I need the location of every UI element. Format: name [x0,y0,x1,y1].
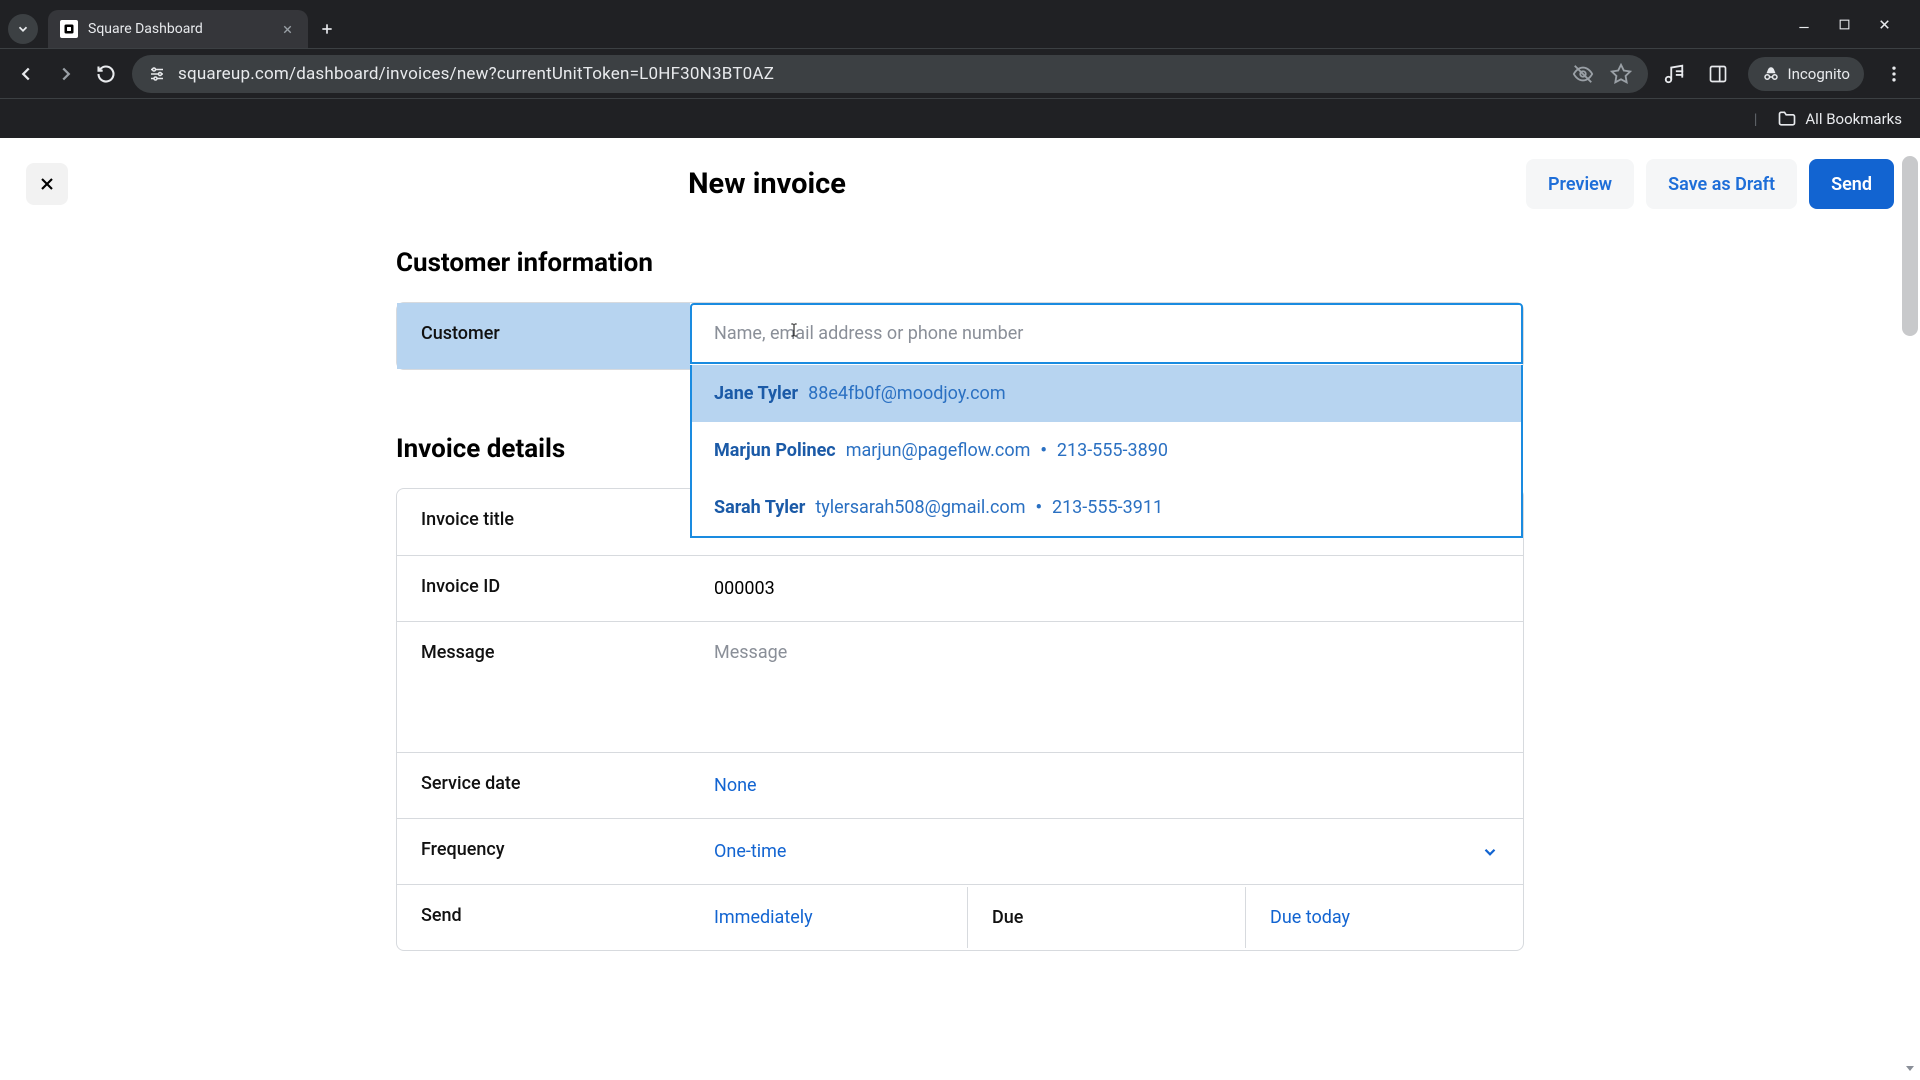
customer-row: Customer Jane Tyler 88e4fb0f@moodjoy.com [397,303,1523,369]
bullet-icon: • [1040,440,1046,461]
customer-field-table: Customer Jane Tyler 88e4fb0f@moodjoy.com [396,302,1524,370]
suggestion-phone: 213-555-3911 [1052,497,1163,518]
back-icon[interactable] [12,60,40,88]
site-settings-icon[interactable] [148,65,166,83]
url-bar[interactable]: squareup.com/dashboard/invoices/new?curr… [132,55,1648,93]
invoice-title-label: Invoice title [397,489,690,555]
message-row: Message [397,621,1523,752]
suggestion-item[interactable]: Sarah Tyler tylersarah508@gmail.com • 21… [692,479,1521,536]
incognito-label: Incognito [1788,65,1850,83]
close-window-icon[interactable] [1874,14,1894,34]
browser-chrome: Square Dashboard [0,0,1920,138]
suggestion-email: 88e4fb0f@moodjoy.com [808,383,1006,404]
header-actions: Preview Save as Draft Send [1526,159,1894,209]
scrollbar-down-arrow[interactable] [1902,1060,1918,1076]
tab-close-icon[interactable] [278,20,296,38]
customer-field-label: Customer [397,303,690,369]
suggestion-name: Jane Tyler [714,383,798,404]
chevron-down-icon [1481,843,1499,861]
service-date-label: Service date [397,753,690,818]
forward-icon[interactable] [52,60,80,88]
bullet-icon: • [1035,497,1041,518]
frequency-value[interactable]: One-time [690,819,1523,884]
scrollbar-thumb[interactable] [1902,156,1918,336]
bookmarks-bar: | All Bookmarks [0,98,1920,138]
all-bookmarks-button[interactable]: All Bookmarks [1777,109,1902,129]
frequency-text: One-time [714,841,786,862]
new-tab-button[interactable] [312,14,342,44]
page-title: New invoice [688,167,846,201]
invoice-details-table: Invoice title Invoice ID 000003 Message … [396,488,1524,951]
suggestion-email: tylersarah508@gmail.com [815,497,1025,518]
invoice-id-value[interactable]: 000003 [690,556,1523,621]
bookmark-star-icon[interactable] [1610,63,1632,85]
preview-button[interactable]: Preview [1526,159,1634,209]
customer-input-wrapper[interactable] [690,303,1523,364]
address-bar: squareup.com/dashboard/invoices/new?curr… [0,48,1920,98]
separator: | [1754,110,1758,128]
eye-off-icon[interactable] [1572,63,1594,85]
incognito-chip[interactable]: Incognito [1748,57,1864,91]
save-draft-button[interactable]: Save as Draft [1646,159,1797,209]
maximize-icon[interactable] [1834,14,1854,34]
close-page-button[interactable] [26,163,68,205]
incognito-icon [1762,65,1780,83]
invoice-id-text: 000003 [714,578,775,599]
browser-tab[interactable]: Square Dashboard [48,10,308,48]
invoice-id-label: Invoice ID [397,556,690,621]
invoice-id-row: Invoice ID 000003 [397,555,1523,621]
url-text: squareup.com/dashboard/invoices/new?curr… [178,64,774,84]
page-viewport: New invoice Preview Save as Draft Send C… [0,138,1920,1080]
suggestion-phone: 213-555-3890 [1057,440,1168,461]
media-control-icon[interactable] [1660,60,1688,88]
square-favicon [60,20,78,38]
customer-info-heading: Customer information [396,248,1524,278]
due-value-text: Due today [1270,907,1350,928]
customer-input[interactable] [714,323,1499,344]
send-due-row: Send Immediately Due Due today [397,884,1523,950]
suggestion-item[interactable]: Jane Tyler 88e4fb0f@moodjoy.com [692,365,1521,422]
frequency-label: Frequency [397,819,690,884]
service-date-row: Service date None [397,752,1523,818]
form-content: Customer information Customer Jane Tyler… [396,248,1524,951]
send-value-cell[interactable]: Immediately [690,887,967,948]
page-header: New invoice Preview Save as Draft Send [0,138,1920,230]
due-label: Due [992,907,1023,928]
side-panel-icon[interactable] [1704,60,1732,88]
reload-icon[interactable] [92,60,120,88]
tab-search-button[interactable] [8,14,38,44]
suggestion-email: marjun@pageflow.com [846,440,1031,461]
service-date-value[interactable]: None [690,753,1523,818]
folder-icon [1777,109,1797,129]
all-bookmarks-label: All Bookmarks [1805,110,1902,128]
suggestion-name: Marjun Polinec [714,440,836,461]
customer-suggestions-dropdown: Jane Tyler 88e4fb0f@moodjoy.com Marjun P… [690,365,1523,538]
frequency-row: Frequency One-time [397,818,1523,884]
message-label: Message [397,622,690,752]
send-value-text: Immediately [714,907,813,928]
send-button[interactable]: Send [1809,159,1894,209]
window-controls [1794,0,1912,48]
due-label-cell: Due [967,887,1245,948]
message-value[interactable] [690,622,1523,752]
service-date-text: None [714,775,757,796]
suggestion-item[interactable]: Marjun Polinec marjun@pageflow.com • 213… [692,422,1521,479]
send-due-cells: Immediately Due Due today [690,885,1523,950]
suggestion-name: Sarah Tyler [714,497,805,518]
customer-field-value: Jane Tyler 88e4fb0f@moodjoy.com Marjun P… [690,303,1523,369]
message-input[interactable] [714,642,1499,663]
minimize-icon[interactable] [1794,14,1814,34]
due-value-cell[interactable]: Due today [1245,887,1523,948]
send-label: Send [397,885,690,950]
tab-bar: Square Dashboard [0,0,1920,48]
kebab-menu-icon[interactable] [1880,60,1908,88]
tab-title: Square Dashboard [88,21,268,37]
